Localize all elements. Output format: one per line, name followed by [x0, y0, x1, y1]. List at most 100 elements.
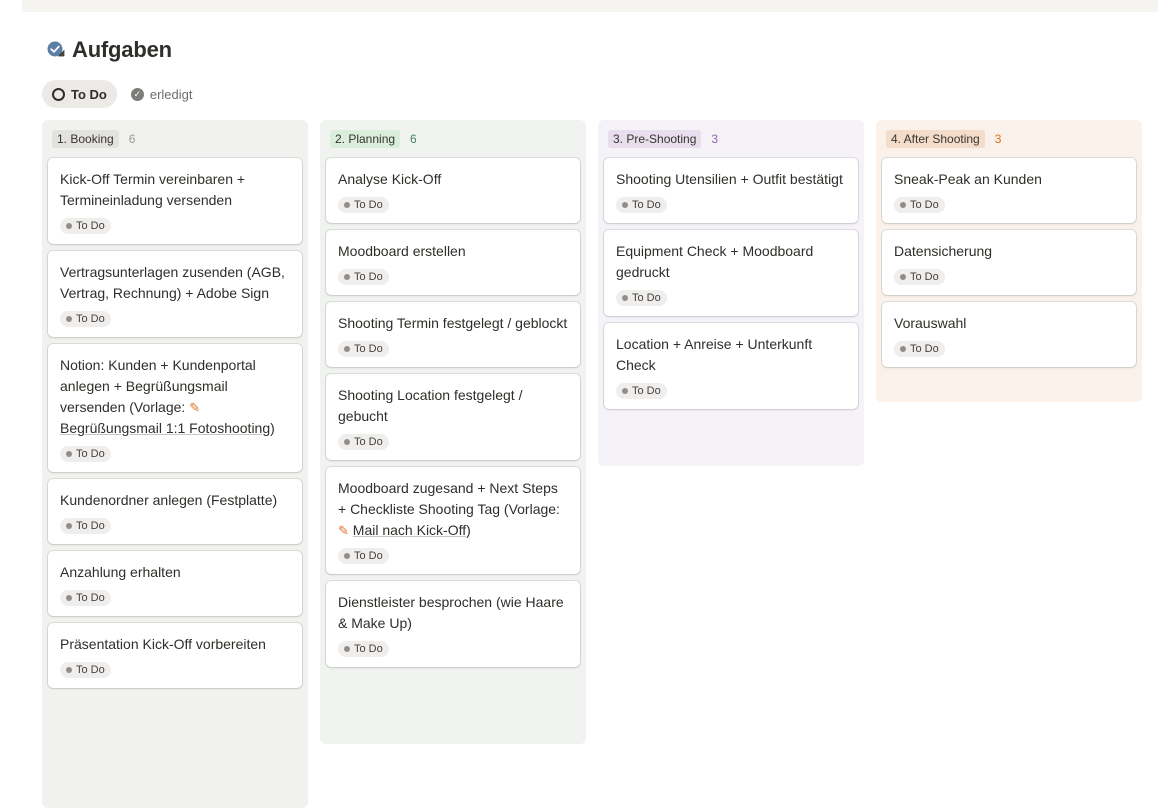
board-column-planning: 2. Planning 6 Analyse Kick-Off To Do Moo…	[320, 120, 586, 744]
task-card[interactable]: Analyse Kick-Off To Do	[326, 158, 580, 223]
status-dot-icon	[344, 439, 350, 445]
status-dot-icon	[66, 451, 72, 457]
template-mention-icon: ✎	[189, 400, 201, 415]
status-label: To Do	[76, 448, 105, 460]
tab-label: erledigt	[149, 86, 193, 102]
status-label: To Do	[354, 643, 383, 655]
card-title: Moodboard erstellen	[338, 243, 466, 259]
board-column-after-shooting: 4. After Shooting 3 Sneak-Peak an Kunden…	[876, 120, 1142, 402]
task-card[interactable]: Equipment Check + Moodboard gedruckt To …	[604, 230, 858, 316]
status-badge: To Do	[60, 218, 111, 234]
task-card[interactable]: Moodboard zugesand + Next Steps + Checkl…	[326, 467, 580, 574]
card-title: Equipment Check + Moodboard gedruckt	[616, 243, 814, 280]
column-label: 2. Planning	[330, 130, 401, 148]
status-dot-icon	[344, 274, 350, 280]
card-title-text: Notion: Kunden + Kundenportal anlegen + …	[60, 357, 256, 415]
status-badge: To Do	[338, 269, 389, 285]
status-badge: To Do	[60, 662, 111, 678]
page-mention-link[interactable]: Mail nach Kick-Off	[353, 522, 466, 538]
task-card[interactable]: Dienstleister besprochen (wie Haare & Ma…	[326, 581, 580, 667]
status-badge: To Do	[894, 197, 945, 213]
tab-erledigt[interactable]: ✓ erledigt	[121, 80, 203, 108]
card-title: Dienstleister besprochen (wie Haare & Ma…	[338, 594, 564, 631]
task-card[interactable]: Notion: Kunden + Kundenportal anlegen + …	[48, 344, 302, 472]
status-badge: To Do	[616, 290, 667, 306]
task-card[interactable]: Kundenordner anlegen (Festplatte) To Do	[48, 479, 302, 544]
tab-label: To Do	[71, 86, 107, 102]
tab-to-do[interactable]: To Do	[42, 80, 117, 108]
status-badge: To Do	[338, 641, 389, 657]
checklist-icon	[47, 41, 65, 57]
task-card[interactable]: Anzahlung erhalten To Do	[48, 551, 302, 616]
status-badge: To Do	[60, 518, 111, 534]
card-title: Moodboard zugesand + Next Steps + Checkl…	[338, 478, 568, 541]
page-title: Aufgaben	[72, 37, 172, 62]
card-title: Vertragsunterlagen zusenden (AGB, Vertra…	[60, 264, 285, 301]
card-title: Shooting Termin festgelegt / geblockt	[338, 315, 568, 331]
task-card[interactable]: Shooting Termin festgelegt / geblockt To…	[326, 302, 580, 367]
board-column-booking: 1. Booking 6 Kick-Off Termin vereinbaren…	[42, 120, 308, 808]
column-header[interactable]: 4. After Shooting 3	[882, 120, 1136, 158]
task-card[interactable]: Shooting Utensilien + Outfit bestätigt T…	[604, 158, 858, 223]
task-card[interactable]: Datensicherung To Do	[882, 230, 1136, 295]
status-dot-icon	[344, 346, 350, 352]
status-dot-icon	[622, 295, 628, 301]
status-dot-icon	[900, 346, 906, 352]
status-dot-icon	[66, 223, 72, 229]
card-title: Datensicherung	[894, 243, 993, 259]
status-badge: To Do	[894, 269, 945, 285]
card-title: Shooting Utensilien + Outfit bestätigt	[616, 171, 843, 187]
status-label: To Do	[76, 313, 105, 325]
status-label: To Do	[76, 592, 105, 604]
status-dot-icon	[66, 667, 72, 673]
status-dot-icon	[900, 202, 906, 208]
card-title: Kick-Off Termin vereinbaren + Termineinl…	[60, 171, 246, 208]
task-card[interactable]: Präsentation Kick-Off vorbereiten To Do	[48, 623, 302, 688]
page-mention-link[interactable]: Begrüßungsmail 1:1 Fotoshooting	[60, 420, 270, 436]
status-label: To Do	[632, 292, 661, 304]
task-card[interactable]: Kick-Off Termin vereinbaren + Termineinl…	[48, 158, 302, 244]
status-badge: To Do	[338, 341, 389, 357]
status-label: To Do	[354, 436, 383, 448]
column-header[interactable]: 2. Planning 6	[326, 120, 580, 158]
column-header[interactable]: 3. Pre-Shooting 3	[604, 120, 858, 158]
status-badge: To Do	[616, 197, 667, 213]
card-title: Vorauswahl	[894, 315, 967, 331]
column-header[interactable]: 1. Booking 6	[48, 120, 302, 158]
template-mention-icon: ✎	[338, 523, 349, 538]
status-badge: To Do	[338, 548, 389, 564]
status-label: To Do	[910, 271, 939, 283]
card-title: Shooting Location festgelegt / gebucht	[338, 387, 523, 424]
status-dot-icon	[66, 595, 72, 601]
column-label: 3. Pre-Shooting	[608, 130, 702, 148]
task-card[interactable]: Location + Anreise + Unterkunft Check To…	[604, 323, 858, 409]
card-title: Kundenordner anlegen (Festplatte)	[60, 492, 278, 508]
card-title-text: )	[466, 522, 471, 538]
status-dot-icon	[344, 202, 350, 208]
status-badge: To Do	[60, 590, 111, 606]
board-column-pre-shooting: 3. Pre-Shooting 3 Shooting Utensilien + …	[598, 120, 864, 466]
circle-icon	[52, 87, 65, 101]
status-dot-icon	[66, 316, 72, 322]
status-dot-icon	[622, 388, 628, 394]
status-label: To Do	[76, 520, 105, 532]
status-badge: To Do	[60, 446, 111, 462]
status-label: To Do	[76, 664, 105, 676]
status-label: To Do	[76, 220, 105, 232]
task-card[interactable]: Vertragsunterlagen zusenden (AGB, Vertra…	[48, 251, 302, 337]
status-label: To Do	[354, 271, 383, 283]
status-badge: To Do	[60, 311, 111, 327]
card-title: Präsentation Kick-Off vorbereiten	[60, 636, 266, 652]
check-circle-icon: ✓	[130, 87, 144, 101]
task-card[interactable]: Moodboard erstellen To Do	[326, 230, 580, 295]
task-card[interactable]: Vorauswahl To Do	[882, 302, 1136, 367]
task-card[interactable]: Shooting Location festgelegt / gebucht T…	[326, 374, 580, 460]
task-card[interactable]: Sneak-Peak an Kunden To Do	[882, 158, 1136, 223]
status-dot-icon	[900, 274, 906, 280]
status-dot-icon	[622, 202, 628, 208]
status-dot-icon	[344, 646, 350, 652]
card-title: Analyse Kick-Off	[338, 171, 442, 187]
card-title: Notion: Kunden + Kundenportal anlegen + …	[60, 355, 290, 439]
top-strip	[22, 0, 1158, 12]
card-title-text: Moodboard zugesand + Next Steps + Checkl…	[338, 480, 560, 517]
